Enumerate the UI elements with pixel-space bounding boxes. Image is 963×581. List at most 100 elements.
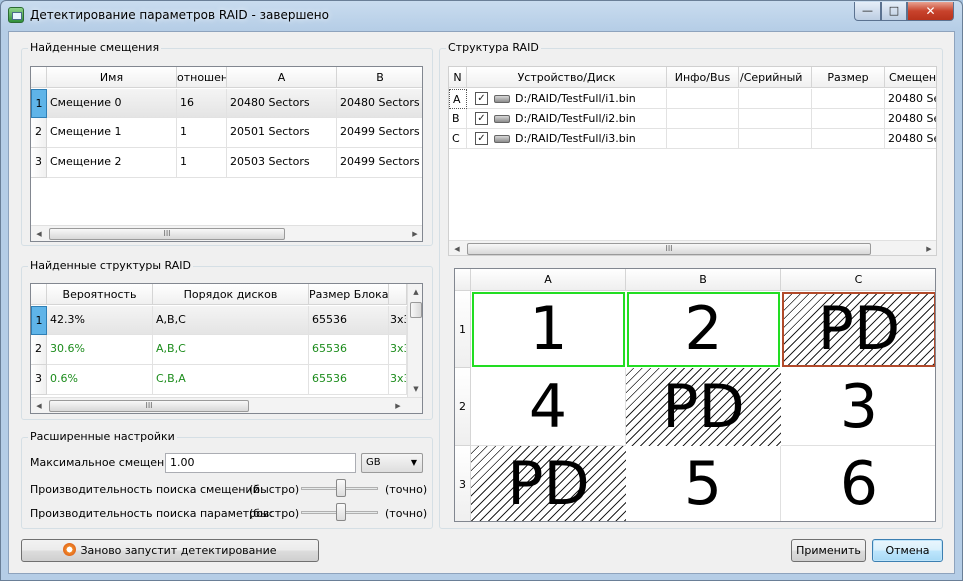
- table-cell[interactable]: [812, 129, 885, 149]
- scroll-right-icon[interactable]: ▶: [390, 398, 406, 413]
- scroll-right-icon[interactable]: ▶: [407, 226, 422, 241]
- table-cell[interactable]: A,B,C: [153, 335, 309, 365]
- table-cell[interactable]: 65536: [309, 365, 389, 395]
- offsets-col-ratio[interactable]: отношен: [177, 67, 227, 88]
- offsets-col-b[interactable]: B: [337, 67, 422, 88]
- table-cell[interactable]: 20480 Sec: [885, 89, 936, 109]
- cancel-button[interactable]: Отмена: [872, 539, 943, 562]
- raid-col-offset[interactable]: Смещен: [885, 67, 936, 88]
- structures-hscroll[interactable]: ◀ III ▶: [31, 397, 422, 413]
- raid-col-serial[interactable]: ⁠/Серийный: [739, 67, 812, 88]
- table-cell[interactable]: 3x3: [389, 306, 407, 335]
- scroll-left-icon[interactable]: ◀: [31, 398, 47, 413]
- scroll-left-icon[interactable]: ◀: [31, 226, 47, 241]
- structures-col-extra[interactable]: [389, 284, 407, 305]
- table-cell[interactable]: Смещение 1: [47, 118, 177, 148]
- raid-col-size[interactable]: Размер: [812, 67, 885, 88]
- scroll-down-icon[interactable]: ▼: [408, 381, 422, 397]
- table-cell[interactable]: 20501 Sectors: [227, 118, 337, 148]
- table-cell[interactable]: 20480 Sec: [885, 129, 936, 149]
- scroll-thumb[interactable]: III: [49, 400, 249, 412]
- structures-row-header[interactable]: 3: [31, 365, 47, 395]
- table-cell[interactable]: 30.6%: [47, 335, 153, 365]
- table-cell[interactable]: 65536: [309, 306, 389, 335]
- raid-devices-table[interactable]: N Устройство/Диск Инфо/Bus ⁠/Серийный Ра…: [448, 66, 937, 256]
- raid-col-n[interactable]: N: [449, 67, 467, 88]
- raid-col-device[interactable]: Устройство/Диск: [467, 67, 667, 88]
- table-cell[interactable]: 3x3: [389, 365, 407, 395]
- device-checkbox[interactable]: ✓: [475, 92, 488, 105]
- structures-col-order[interactable]: Порядок дисков: [153, 284, 309, 305]
- scroll-thumb[interactable]: III: [467, 243, 871, 255]
- device-checkbox[interactable]: ✓: [475, 132, 488, 145]
- raid-block-map[interactable]: A B C 1 2 3 1 2 PD 4 PD 3 PD 5 6: [454, 268, 936, 522]
- map-block[interactable]: 4: [471, 368, 626, 446]
- table-cell[interactable]: [667, 109, 739, 129]
- structures-table[interactable]: Вероятность Порядок дисков Размер Блока …: [30, 283, 423, 414]
- offsets-row-header[interactable]: 1: [31, 89, 47, 118]
- table-cell[interactable]: 0.6%: [47, 365, 153, 395]
- perf-offsets-slider[interactable]: [301, 478, 378, 498]
- table-cell[interactable]: [812, 109, 885, 129]
- table-cell[interactable]: 20480 Sectors: [227, 89, 337, 118]
- offsets-table[interactable]: Имя отношен A B 1 Смещение 0 16 20480 Se…: [30, 66, 423, 242]
- table-cell[interactable]: 20503 Sectors: [227, 148, 337, 178]
- table-cell[interactable]: [812, 89, 885, 109]
- offsets-col-a[interactable]: A: [227, 67, 337, 88]
- structures-vscroll[interactable]: ▲ ▼: [407, 284, 422, 397]
- table-cell[interactable]: [667, 129, 739, 149]
- unit-select[interactable]: GB ▼: [361, 453, 423, 473]
- table-cell[interactable]: B: [449, 109, 467, 129]
- scroll-left-icon[interactable]: ◀: [449, 241, 465, 255]
- offsets-hscroll[interactable]: ◀ III ▶: [31, 225, 422, 241]
- table-cell[interactable]: [739, 129, 812, 149]
- map-block-ok[interactable]: 1: [472, 292, 625, 367]
- close-button[interactable]: ✕: [907, 2, 954, 21]
- table-cell[interactable]: 20499 Sectors: [337, 148, 422, 178]
- offsets-row-header[interactable]: 3: [31, 148, 47, 178]
- table-cell[interactable]: Смещение 0: [47, 89, 177, 118]
- table-cell[interactable]: [739, 89, 812, 109]
- offsets-col-name[interactable]: Имя: [47, 67, 177, 88]
- table-cell[interactable]: [739, 109, 812, 129]
- max-offset-input[interactable]: 1.00: [165, 453, 356, 473]
- map-block[interactable]: 5: [626, 446, 781, 521]
- raid-col-info[interactable]: Инфо/Bus: [667, 67, 739, 88]
- slider-knob[interactable]: [336, 479, 346, 497]
- structures-col-block[interactable]: Размер Блока: [309, 284, 389, 305]
- title-bar[interactable]: Детектирование параметров RAID - заверше…: [1, 1, 962, 31]
- table-cell[interactable]: 20480 Sectors: [337, 89, 422, 118]
- maximize-button[interactable]: □: [881, 2, 907, 21]
- table-cell[interactable]: C,B,A: [153, 365, 309, 395]
- table-cell[interactable]: A,B,C: [153, 306, 309, 335]
- table-cell[interactable]: 16: [177, 89, 227, 118]
- apply-button[interactable]: Применить: [791, 539, 866, 562]
- map-block-parity[interactable]: PD: [471, 446, 626, 521]
- structures-col-prob[interactable]: Вероятность: [47, 284, 153, 305]
- structures-row-header[interactable]: 1: [31, 306, 47, 335]
- perf-params-slider[interactable]: [301, 502, 378, 522]
- table-cell[interactable]: 3x3: [389, 335, 407, 365]
- map-block-parity[interactable]: PD: [626, 368, 781, 446]
- offsets-row-header[interactable]: 2: [31, 118, 47, 148]
- slider-knob[interactable]: [336, 503, 346, 521]
- scroll-right-icon[interactable]: ▶: [921, 241, 936, 255]
- map-block[interactable]: 6: [781, 446, 935, 521]
- raid-hscroll[interactable]: ◀ III ▶: [449, 240, 936, 255]
- table-cell[interactable]: 65536: [309, 335, 389, 365]
- minimize-button[interactable]: —: [854, 2, 881, 21]
- table-cell[interactable]: [667, 89, 739, 109]
- table-cell[interactable]: C: [449, 129, 467, 149]
- table-cell[interactable]: Смещение 2: [47, 148, 177, 178]
- table-cell[interactable]: 20499 Sectors: [337, 118, 422, 148]
- table-cell[interactable]: 20480 Sec: [885, 109, 936, 129]
- scroll-thumb[interactable]: III: [49, 228, 285, 240]
- scroll-up-icon[interactable]: ▲: [408, 284, 422, 300]
- structures-row-header[interactable]: 2: [31, 335, 47, 365]
- table-cell[interactable]: 1: [177, 118, 227, 148]
- map-block[interactable]: 3: [781, 368, 935, 446]
- table-cell[interactable]: A: [449, 89, 467, 109]
- map-block-ok[interactable]: 2: [627, 292, 780, 367]
- scroll-thumb[interactable]: [410, 302, 422, 318]
- map-block-parity[interactable]: PD: [782, 292, 935, 367]
